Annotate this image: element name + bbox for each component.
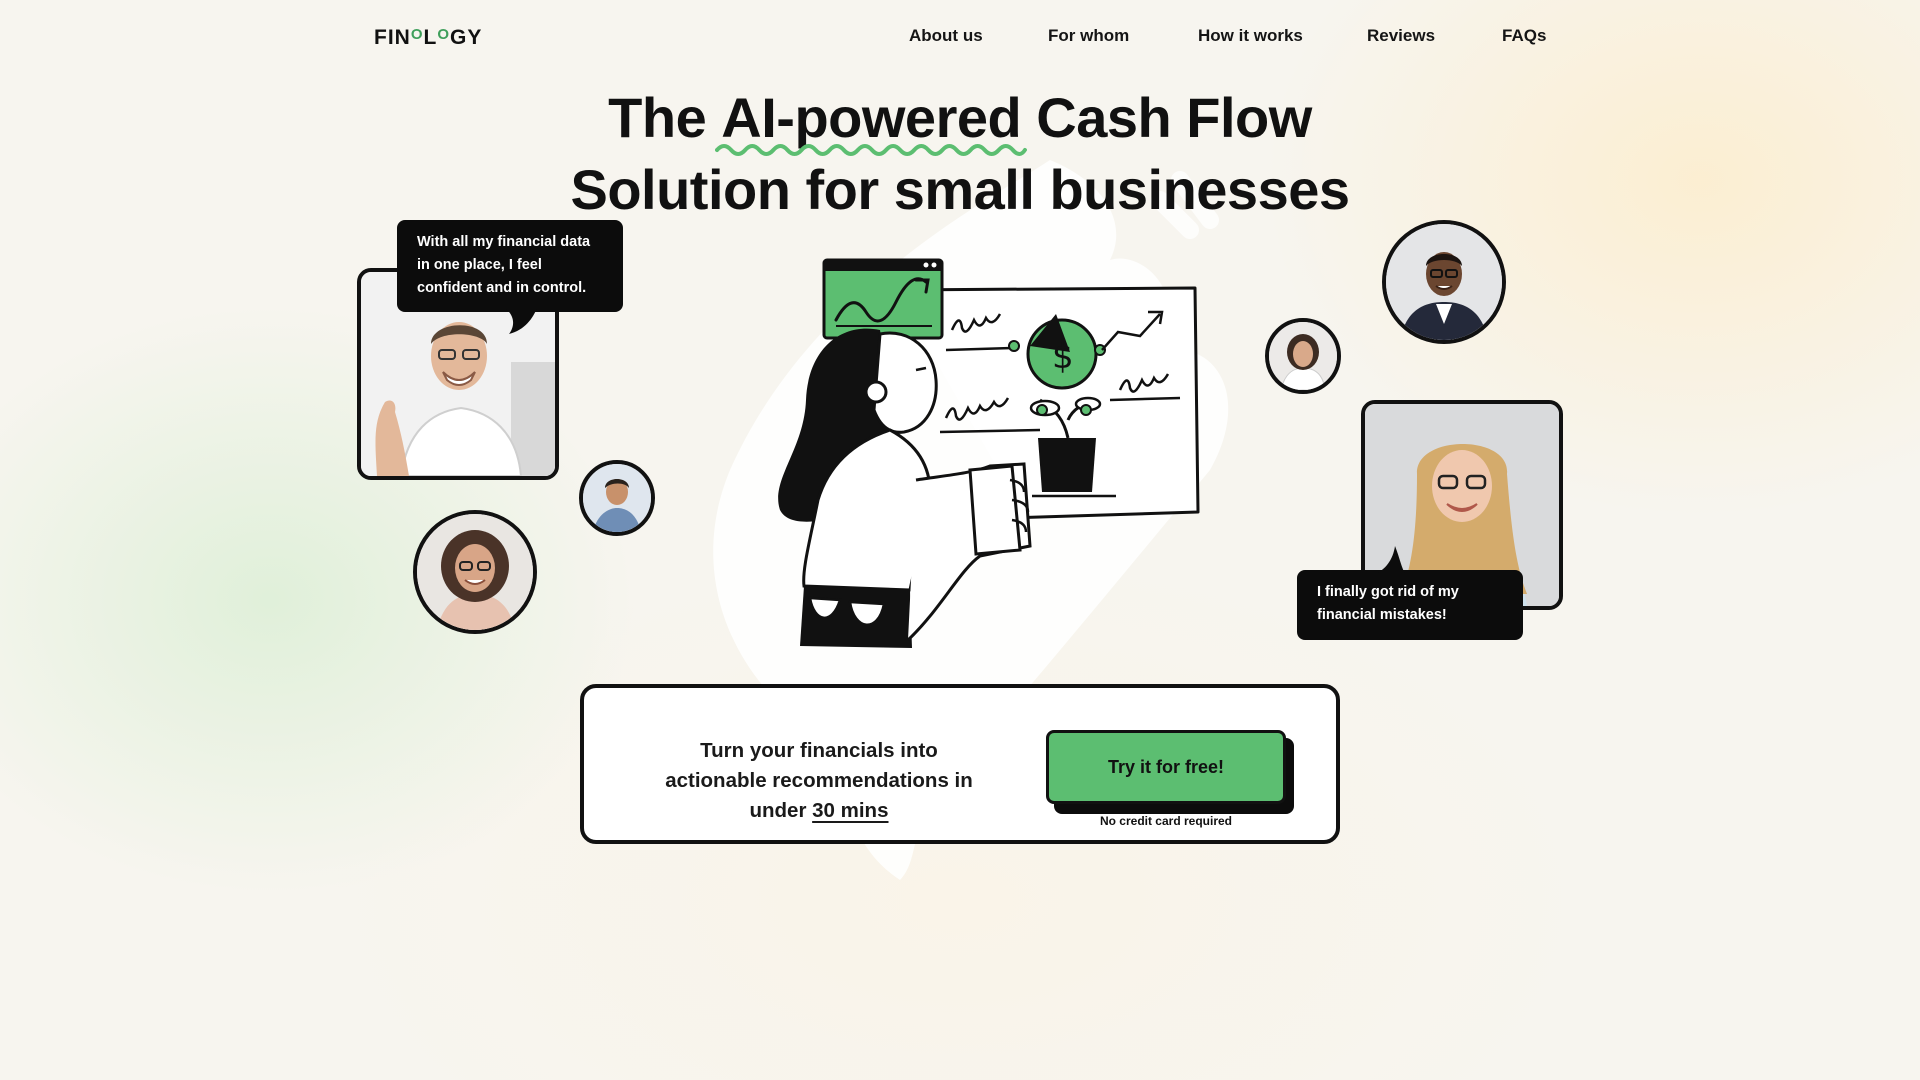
logo-part: O [437, 25, 450, 43]
nav-link-for-whom[interactable]: For whom [1048, 26, 1129, 46]
logo-part: L [423, 26, 438, 49]
avatar-woman-curly [413, 510, 537, 634]
nav-link-about-us[interactable]: About us [909, 26, 983, 46]
try-for-free-button[interactable]: Try it for free! [1046, 730, 1286, 804]
hero-title-post: Cash Flow [1021, 86, 1312, 149]
testimonial-quote-1: With all my financial data in one place,… [417, 234, 591, 296]
hero-title-pre: The [608, 86, 722, 149]
testimonial-bubble-1: With all my financial data in one place,… [397, 220, 623, 334]
nav-link-faqs[interactable]: FAQs [1502, 26, 1546, 46]
cta-description: Turn your financials into actionable rec… [654, 736, 984, 826]
cta-text-highlight: 30 mins [812, 799, 889, 822]
portrait-image [1386, 224, 1502, 340]
portrait-image [583, 464, 651, 532]
testimonial-quote-2: I finally got rid of my financial mistak… [1317, 584, 1459, 623]
logo-part: O [410, 25, 424, 43]
avatar-man-small [579, 460, 655, 536]
nav-link-how-it-works[interactable]: How it works [1198, 26, 1303, 46]
portrait-image [417, 514, 533, 630]
growth-chart-icon [822, 258, 944, 340]
logo-part: GY [450, 26, 483, 49]
nav-link-reviews[interactable]: Reviews [1367, 26, 1435, 46]
logo-part: FIN [374, 26, 411, 49]
hero-title-highlight: AI-powered [715, 82, 1028, 156]
dollar-icon: $ [1052, 337, 1074, 377]
hero-title-line-2: Solution for small businesses [570, 158, 1350, 221]
avatar-woman-small [1265, 318, 1341, 394]
woman-with-chart-illustration: $ [778, 258, 1200, 648]
avatar-man-suit [1382, 220, 1506, 344]
portrait-image [1269, 322, 1337, 390]
cta-panel: Turn your financials into actionable rec… [580, 684, 1340, 844]
finology-logo[interactable]: FIN O L O GY [374, 26, 482, 50]
speech-tail-icon [505, 308, 537, 334]
hero-title-line-1: The AI-powered Cash Flow [0, 82, 1920, 156]
squiggle-underline-icon [715, 144, 1028, 156]
no-credit-card-note: No credit card required [1099, 814, 1233, 828]
top-navigation: FIN O L O GY About us For whom How it works … [0, 0, 1920, 76]
hero-title: The AI-powered Cash Flow Solution for sm… [0, 82, 1920, 226]
testimonial-bubble-2: I finally got rid of my financial mistak… [1297, 546, 1523, 640]
speech-tail-icon [1375, 546, 1405, 574]
